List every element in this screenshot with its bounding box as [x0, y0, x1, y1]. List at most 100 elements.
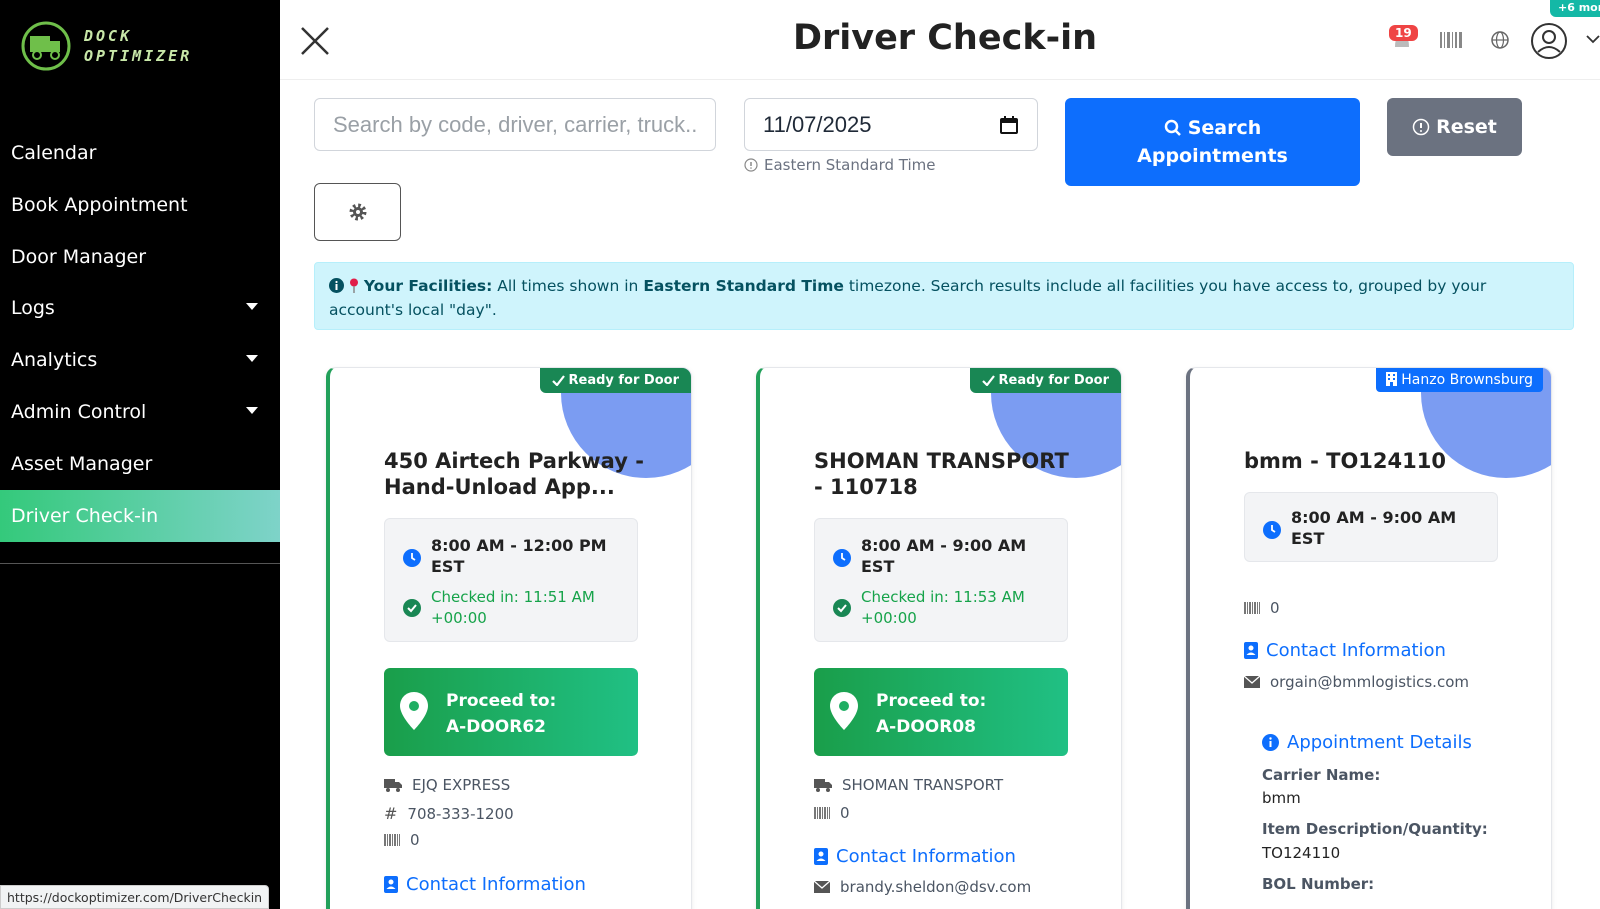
clock-icon: [833, 549, 851, 567]
calendar-icon[interactable]: [999, 115, 1019, 135]
email-row: brandy.sheldon@dsv.com: [814, 878, 1031, 896]
barcode-icon[interactable]: [1440, 32, 1462, 48]
appointment-card[interactable]: Ready for Door 450 Airtech Parkway - Han…: [326, 367, 692, 909]
envelope-icon: [814, 881, 830, 893]
contact-label: Contact Information: [1266, 640, 1446, 661]
user-avatar-icon[interactable]: [1530, 22, 1568, 60]
caret-down-icon: [246, 407, 258, 414]
door-name: A-DOOR08: [876, 717, 976, 737]
map-marker-icon: [400, 692, 428, 730]
proceed-to-door-box: Proceed to: A-DOOR62: [384, 668, 638, 756]
item-count: 0: [1270, 599, 1280, 617]
globe-icon[interactable]: [1490, 30, 1510, 50]
settings-button[interactable]: [314, 183, 401, 241]
check-icon: [551, 375, 565, 386]
info-text-1: All times shown in: [497, 277, 639, 295]
truck-icon: [384, 779, 402, 792]
nav-logs[interactable]: Logs: [0, 282, 280, 334]
count-row: 0: [814, 804, 850, 822]
info-circle-icon: [1262, 734, 1279, 751]
logo[interactable]: DOCK OPTIMIZER: [20, 20, 192, 72]
nav-door-manager[interactable]: Door Manager: [0, 231, 280, 283]
nav-asset-manager[interactable]: Asset Manager: [0, 438, 280, 490]
nav-calendar[interactable]: Calendar: [0, 127, 280, 179]
check-circle-icon: [403, 599, 421, 617]
search-button-label: Search: [1187, 117, 1262, 139]
nav-admin-control[interactable]: Admin Control: [0, 386, 280, 438]
email-address[interactable]: brandy.sheldon@dsv.com: [840, 878, 1031, 896]
appointment-details-link[interactable]: Appointment Details: [1262, 732, 1472, 753]
search-appointments-button[interactable]: Search Appointments: [1065, 98, 1360, 186]
carrier-row: EJQ EXPRESS: [384, 776, 510, 794]
building-icon: [1385, 372, 1397, 386]
time-range: 8:00 AM - 12:00 PM: [431, 536, 607, 555]
nav-book-appointment[interactable]: Book Appointment: [0, 179, 280, 231]
nav-label: Logs: [11, 297, 55, 319]
caret-down-icon: [246, 355, 258, 362]
nav-label: Admin Control: [11, 401, 147, 423]
notification-count-badge: 19: [1389, 25, 1418, 41]
time-zone: EST: [861, 557, 895, 576]
barcode-icon: [1244, 602, 1260, 614]
time-box: 8:00 AM - 12:00 PM EST Checked in: 11:51…: [384, 518, 638, 642]
time-zone: EST: [431, 557, 465, 576]
nav-label: Book Appointment: [11, 194, 188, 216]
contact-information-link[interactable]: Contact Information: [384, 874, 586, 895]
app-root: DOCK OPTIMIZER Calendar Book Appointment…: [0, 0, 1600, 909]
item-count: 0: [410, 831, 420, 849]
contact-information-link[interactable]: Contact Information: [1244, 640, 1446, 661]
details-label: Appointment Details: [1287, 732, 1472, 753]
badge-label: Ready for Door: [998, 373, 1110, 388]
search-icon: [1164, 119, 1181, 136]
contact-information-link[interactable]: Contact Information: [814, 846, 1016, 867]
phone-row: # 708-333-1200: [384, 804, 514, 823]
checked-in-time: Checked in: 11:51 AM: [431, 588, 595, 606]
truck-icon: [814, 779, 832, 792]
count-row: 0: [1244, 599, 1280, 617]
nav-analytics[interactable]: Analytics: [0, 334, 280, 386]
nav-label: Driver Check-in: [11, 505, 159, 527]
info-circle-icon: [1412, 118, 1430, 136]
facility-badge: Hanzo Brownsburg: [1375, 368, 1543, 392]
caret-down-icon: [246, 303, 258, 310]
more-badge[interactable]: +6 more: [1550, 0, 1600, 17]
ready-for-door-badge: Ready for Door: [969, 368, 1121, 393]
carrier-name-value: bmm: [1262, 789, 1301, 807]
sidebar: DOCK OPTIMIZER Calendar Book Appointment…: [0, 0, 280, 909]
nav-label: Calendar: [11, 142, 97, 164]
appointment-card[interactable]: Ready for Door SHOMAN TRANSPORT - 110718…: [756, 367, 1122, 909]
info-prefix: Your Facilities:: [363, 277, 493, 295]
header: Driver Check-in 19 +6 more: [280, 0, 1600, 80]
timezone-note: Eastern Standard Time: [744, 156, 936, 174]
chevron-down-icon[interactable]: [1586, 34, 1600, 44]
search-input[interactable]: [314, 98, 716, 151]
clock-icon: [1263, 521, 1281, 539]
card-title: SHOMAN TRANSPORT - 110718: [814, 449, 1069, 499]
truck-logo-icon: [21, 21, 71, 71]
item-description-value: TO124110: [1262, 844, 1341, 862]
map-pin-icon: [349, 278, 358, 293]
time-box: 8:00 AM - 9:00 AM EST Checked in: 11:53 …: [814, 518, 1068, 642]
nav-label: Asset Manager: [11, 453, 153, 475]
logo-line2: OPTIMIZER: [84, 47, 193, 65]
reset-button[interactable]: Reset: [1387, 98, 1522, 156]
email-address[interactable]: orgain@bmmlogistics.com: [1270, 673, 1469, 691]
nav-label: Analytics: [11, 349, 98, 371]
nav-driver-check-in[interactable]: Driver Check-in: [0, 490, 280, 542]
notification-button[interactable]: 19: [1387, 25, 1419, 53]
time-range: 8:00 AM - 9:00 AM: [861, 536, 1027, 555]
carrier-name-label: Carrier Name:: [1262, 766, 1381, 784]
appointment-card[interactable]: Hanzo Brownsburg bmm - TO124110 8:00 AM …: [1186, 367, 1552, 909]
ready-for-door-badge: Ready for Door: [539, 368, 691, 393]
reset-button-label: Reset: [1436, 116, 1497, 138]
bol-number-label: BOL Number:: [1262, 875, 1375, 893]
count-row: 0: [384, 831, 420, 849]
barcode-icon: [384, 834, 400, 846]
proceed-label: Proceed to:: [446, 691, 557, 711]
date-input[interactable]: 11/07/2025: [744, 98, 1038, 151]
proceed-to-door-box: Proceed to: A-DOOR08: [814, 668, 1068, 756]
search-button-label-2: Appointments: [1137, 145, 1288, 167]
info-timezone: Eastern Standard Time: [643, 277, 844, 295]
info-circle-icon: [329, 278, 344, 293]
checked-in-offset: +00:00: [861, 609, 917, 627]
